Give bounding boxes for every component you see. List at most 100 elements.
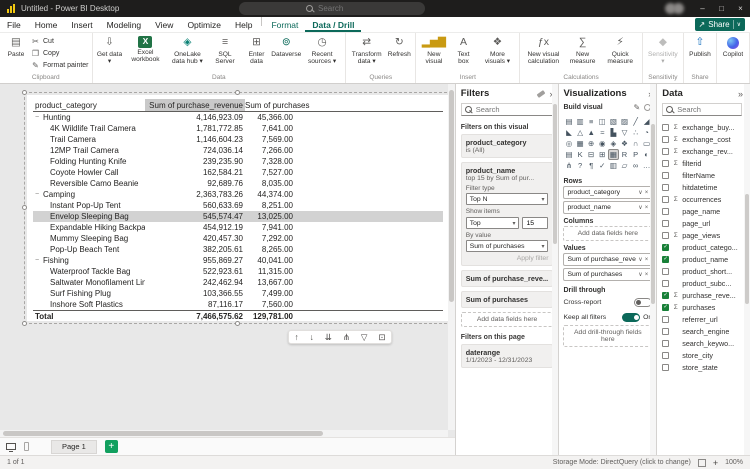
report-canvas[interactable]: product_category Sum of purchase_revenue…	[0, 84, 455, 437]
filter-card-product-category[interactable]: product_category is (All)	[461, 134, 554, 158]
field-checkbox[interactable]	[662, 364, 669, 371]
qa-icon[interactable]: ?	[575, 160, 586, 171]
field-list-item[interactable]: ✓Σpurchases	[662, 301, 742, 313]
column-header-sum-of-purchases[interactable]: Sum of purchases	[245, 99, 295, 111]
field-checkbox[interactable]	[662, 136, 669, 143]
show-items-count-input[interactable]	[523, 219, 547, 229]
filled-map-icon[interactable]: ◉	[597, 138, 608, 149]
stacked-column-chart-icon[interactable]: ▥	[575, 116, 586, 127]
quick-measure-button[interactable]: ⚡Quick measure	[602, 35, 639, 67]
copilot-button[interactable]: Copilot	[720, 35, 746, 67]
filter-card-sum-of-purchase-revenue[interactable]: Sum of purchase_reve...	[461, 270, 554, 287]
field-checkbox[interactable]	[662, 184, 669, 191]
add-data-fields-dropzone[interactable]: Add data fields here	[563, 226, 652, 241]
matrix-row[interactable]: Expandable Hiking Backpack454,912.197,94…	[33, 222, 443, 233]
refresh-button[interactable]: ↻Refresh	[386, 35, 412, 67]
filter-icon[interactable]: ▽	[361, 332, 368, 343]
menu-tab-help[interactable]: Help	[228, 17, 259, 32]
focus-mode-icon[interactable]: ⊡	[378, 332, 385, 343]
zoom-in-button[interactable]: +	[713, 458, 718, 468]
table-icon[interactable]: ⊞	[597, 149, 608, 160]
field-checkbox[interactable]: ✓	[662, 244, 669, 251]
field-checkbox[interactable]	[662, 172, 669, 179]
data-search-input[interactable]	[677, 105, 738, 114]
collapse-icon[interactable]: −	[35, 114, 43, 122]
more-visuals-button[interactable]: ❖More visuals ▾	[479, 35, 517, 67]
chevron-down-icon[interactable]: ∨	[638, 204, 642, 211]
field-list-item[interactable]: ✓Σpurchase_reve...	[662, 289, 742, 301]
matrix-row[interactable]: −Fishing955,869.2740,041.00	[33, 255, 443, 266]
matrix-row[interactable]: Saltwater Monofilament Line242,462.9413,…	[33, 277, 443, 288]
collapse-pane-icon[interactable]: »	[738, 89, 742, 99]
gauge-icon[interactable]: ∩	[630, 138, 641, 149]
mobile-view-icon[interactable]	[24, 442, 29, 451]
menu-tab-insert[interactable]: Insert	[64, 17, 99, 32]
field-checkbox[interactable]	[662, 124, 669, 131]
scrollbar-thumb[interactable]	[449, 90, 454, 302]
map-icon[interactable]: ⊕	[586, 138, 597, 149]
field-list-item[interactable]: Σexchange_rev...	[662, 145, 742, 157]
field-list-item[interactable]: hitdatetime	[662, 181, 742, 193]
matrix-row[interactable]: Surf Fishing Plug103,366.557,499.00	[33, 288, 443, 299]
field-list-item[interactable]: search_engine	[662, 325, 742, 337]
field-checkbox[interactable]	[662, 280, 669, 287]
sensitivity-button[interactable]: ◆Sensitivity ▾	[646, 35, 680, 67]
field-list-item[interactable]: Σfilterid	[662, 157, 742, 169]
field-pill[interactable]: product_name∨×	[563, 201, 652, 214]
clustered-column-chart-icon[interactable]: ◫	[597, 116, 608, 127]
menu-tab-data-drill[interactable]: Data / Drill	[305, 17, 361, 32]
desktop-view-icon[interactable]	[6, 443, 16, 450]
waterfall-chart-icon[interactable]: ▙	[608, 127, 619, 138]
chevron-down-icon[interactable]: ∨	[638, 271, 642, 278]
stacked-column-100-icon[interactable]: ▨	[619, 116, 630, 127]
scatter-chart-icon[interactable]: ∴	[630, 127, 641, 138]
power-automate-icon[interactable]: ∞	[630, 160, 641, 171]
by-value-dropdown[interactable]: Sum of purchases▾	[466, 240, 549, 252]
field-list-item[interactable]: Σexchange_cost	[662, 133, 742, 145]
paginated-report-icon[interactable]: ▥	[608, 160, 619, 171]
field-checkbox[interactable]	[662, 160, 669, 167]
matrix-visual[interactable]: product_category Sum of purchase_revenue…	[24, 92, 452, 324]
matrix-row[interactable]: Mummy Sleeping Bag420,457.307,292.00	[33, 233, 443, 244]
add-page-button[interactable]: +	[105, 440, 118, 453]
get-data-button[interactable]: ⇩Get data ▾	[96, 35, 124, 67]
zoom-level[interactable]: 100%	[725, 459, 743, 466]
data-search-box[interactable]	[662, 103, 742, 116]
smart-narrative-icon[interactable]: ¶	[586, 160, 597, 171]
apply-filter-button[interactable]: Apply filter	[466, 255, 549, 262]
cut-button[interactable]: ✂Cut	[31, 36, 89, 47]
field-list-item[interactable]: ✓product_catego...	[662, 241, 742, 253]
field-list-item[interactable]: store_city	[662, 349, 742, 361]
field-list-item[interactable]: search_keywo...	[662, 337, 742, 349]
filter-type-dropdown[interactable]: Top N▾	[466, 193, 549, 205]
storage-mode-label[interactable]: Storage Mode: DirectQuery (click to chan…	[553, 459, 691, 466]
azure-map-icon[interactable]: ❖	[619, 138, 630, 149]
matrix-row[interactable]: Reversible Camo Beanie92,689.768,035.00	[33, 178, 443, 189]
ribbon-chart-icon[interactable]: ≈	[597, 127, 608, 138]
treemap-icon[interactable]: ▦	[575, 138, 586, 149]
field-list-item[interactable]: Σpage_views	[662, 229, 742, 241]
matrix-row[interactable]: Pop-Up Beach Tent382,205.618,265.00	[33, 244, 443, 255]
power-apps-icon[interactable]: ▱	[619, 160, 630, 171]
matrix-row[interactable]: −Hunting4,146,923.0945,366.00	[33, 112, 443, 123]
chevron-down-icon[interactable]: ∨	[638, 189, 642, 196]
field-list-item[interactable]: filterName	[662, 169, 742, 181]
stacked-bar-100-icon[interactable]: ▧	[608, 116, 619, 127]
matrix-row[interactable]: Inshore Soft Plastics87,116.177,560.00	[33, 299, 443, 310]
field-checkbox[interactable]: ✓	[662, 256, 669, 263]
excel-workbook-button[interactable]: XExcel workbook	[125, 35, 165, 65]
field-list-item[interactable]: ✓product_name	[662, 253, 742, 265]
copy-button[interactable]: ❐Copy	[31, 48, 89, 59]
sql-server-button[interactable]: ≡SQL Server	[209, 35, 240, 67]
text-box-button[interactable]: AText box	[451, 35, 477, 67]
field-list-item[interactable]: page_name	[662, 205, 742, 217]
enter-data-button[interactable]: ⊞Enter data	[243, 35, 271, 67]
matrix-row[interactable]: Coyote Howler Call162,584.217,527.00	[33, 167, 443, 178]
field-list-item[interactable]: Σexchange_buy...	[662, 121, 742, 133]
multi-row-card-icon[interactable]: ▤	[563, 149, 574, 160]
field-pill[interactable]: product_category∨×	[563, 186, 652, 199]
shape-map-icon[interactable]: ◈	[608, 138, 619, 149]
format-painter-button[interactable]: ✎Format painter	[31, 60, 89, 71]
menu-tab-home[interactable]: Home	[28, 17, 65, 32]
slicer-icon[interactable]: ⊟	[586, 149, 597, 160]
